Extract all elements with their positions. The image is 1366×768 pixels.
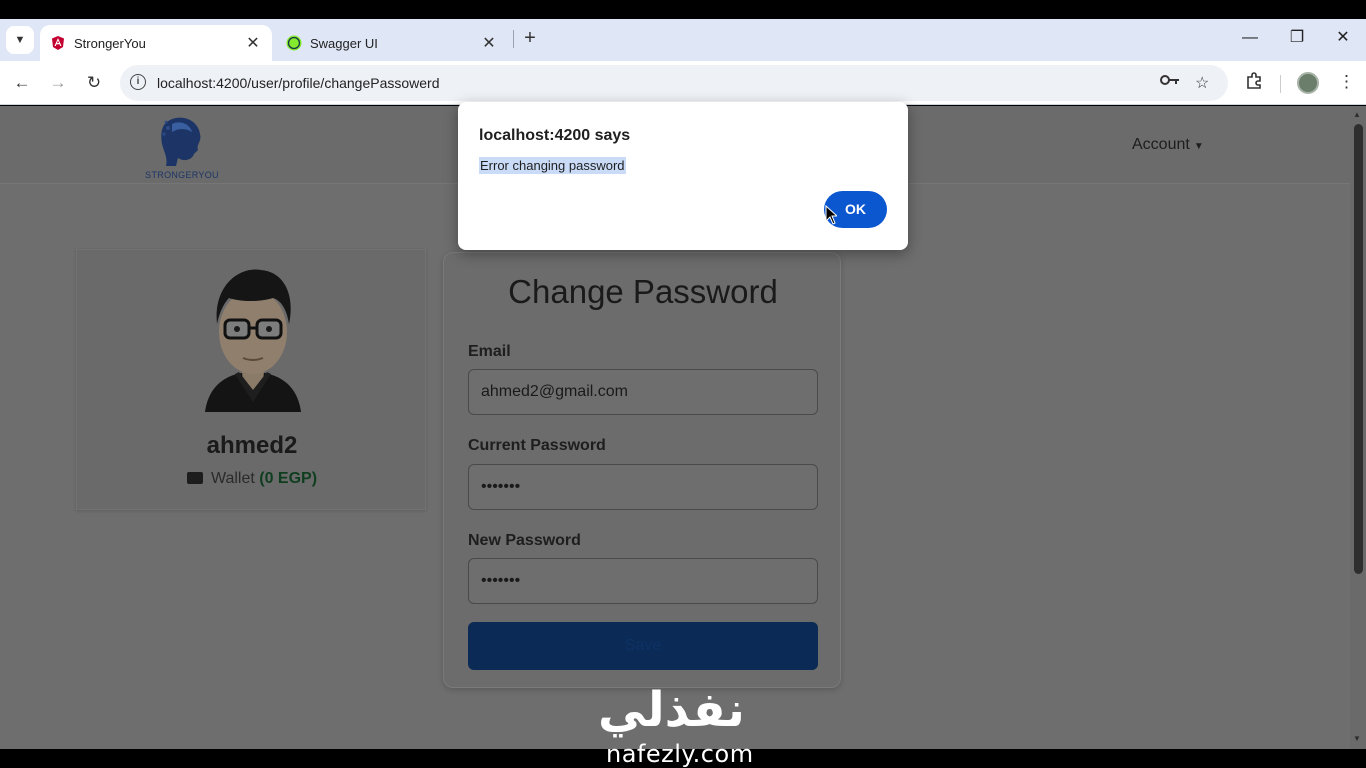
new-tab-button[interactable]: + bbox=[520, 27, 540, 49]
tab-strongeryou[interactable]: StrongerYou ✕ bbox=[40, 25, 272, 61]
page-title: Change Password bbox=[508, 273, 778, 310]
toolbar-separator bbox=[1280, 75, 1281, 93]
scroll-down-icon[interactable]: ▼ bbox=[1353, 734, 1361, 743]
close-icon[interactable]: ✕ bbox=[480, 33, 498, 53]
wallet-icon bbox=[186, 472, 203, 484]
tab-search-button[interactable]: ▼ bbox=[6, 26, 34, 54]
restore-button[interactable]: ❐ bbox=[1287, 27, 1307, 49]
email-field[interactable]: ahmed2@gmail.com bbox=[468, 369, 818, 415]
caret-down-icon: ▼ bbox=[1193, 141, 1204, 152]
extensions-icon[interactable] bbox=[1245, 72, 1263, 95]
close-icon[interactable]: ✕ bbox=[244, 33, 262, 53]
logo-text: STRONGERYOU bbox=[145, 170, 219, 180]
dialog-title: localhost:4200 says bbox=[479, 127, 631, 144]
url-text[interactable]: localhost:4200/user/profile/changePassow… bbox=[157, 75, 440, 91]
back-icon[interactable]: ← bbox=[10, 71, 34, 95]
new-password-field[interactable]: ••••••• bbox=[468, 558, 818, 604]
tab-strip: ▼ StrongerYou ✕ Swagger UI ✕ bbox=[0, 19, 1366, 61]
chevron-down-icon: ▼ bbox=[14, 34, 26, 46]
scroll-up-icon[interactable]: ▲ bbox=[1353, 110, 1361, 119]
page-scrollbar[interactable]: ▲ ▼ bbox=[1350, 106, 1366, 749]
account-dropdown[interactable]: Account ▼ bbox=[1132, 136, 1204, 154]
save-button[interactable]: Save bbox=[468, 622, 818, 670]
minimize-button[interactable]: — bbox=[1240, 27, 1260, 49]
reload-icon[interactable]: ↻ bbox=[82, 71, 106, 95]
tab-swagger[interactable]: Swagger UI ✕ bbox=[276, 25, 508, 61]
site-logo[interactable]: STRONGERYOU bbox=[142, 114, 222, 180]
swagger-icon bbox=[286, 35, 302, 51]
address-bar[interactable]: i localhost:4200/user/profile/changePass… bbox=[120, 65, 1228, 101]
wallet-label: Wallet bbox=[210, 470, 255, 487]
new-password-label: New Password bbox=[468, 532, 581, 549]
bookmark-star-icon[interactable]: ☆ bbox=[1195, 73, 1209, 93]
current-password-label: Current Password bbox=[468, 437, 606, 454]
wallet-info: Wallet (0 EGP) bbox=[77, 470, 427, 488]
alert-dialog: localhost:4200 says Error changing passw… bbox=[458, 102, 908, 250]
email-label: Email bbox=[468, 343, 511, 360]
current-password-field[interactable]: ••••••• bbox=[468, 464, 818, 510]
forward-icon[interactable]: → bbox=[46, 71, 70, 95]
logo-head-icon bbox=[161, 117, 201, 166]
profile-username: ahmed2 bbox=[206, 432, 298, 459]
more-menu-icon[interactable]: ⋮ bbox=[1338, 72, 1355, 92]
wallet-amount: (0 EGP) bbox=[259, 470, 318, 487]
user-avatar bbox=[201, 262, 305, 414]
account-label: Account bbox=[1132, 136, 1190, 153]
top-black-bar bbox=[0, 0, 1366, 19]
change-password-card: Change Password Email ahmed2@gmail.com C… bbox=[443, 252, 841, 688]
tab-separator bbox=[513, 30, 514, 48]
browser-toolbar: ← → ↻ i localhost:4200/user/profile/chan… bbox=[0, 61, 1366, 105]
dialog-message: Error changing password bbox=[479, 157, 626, 174]
site-info-icon[interactable]: i bbox=[130, 74, 146, 90]
tab-title: Swagger UI bbox=[310, 35, 378, 51]
mouse-cursor-icon bbox=[825, 204, 839, 225]
profile-card: ahmed2 Wallet (0 EGP) bbox=[76, 249, 426, 510]
angular-icon bbox=[50, 35, 66, 51]
scrollbar-thumb[interactable] bbox=[1354, 124, 1363, 574]
password-key-icon[interactable] bbox=[1160, 73, 1180, 92]
profile-avatar-icon[interactable] bbox=[1297, 72, 1319, 94]
watermark-arabic: نفذلي bbox=[598, 682, 745, 738]
watermark-latin: nafezly.com bbox=[606, 740, 754, 768]
close-window-button[interactable]: ✕ bbox=[1333, 27, 1353, 49]
tab-title: StrongerYou bbox=[74, 35, 146, 51]
